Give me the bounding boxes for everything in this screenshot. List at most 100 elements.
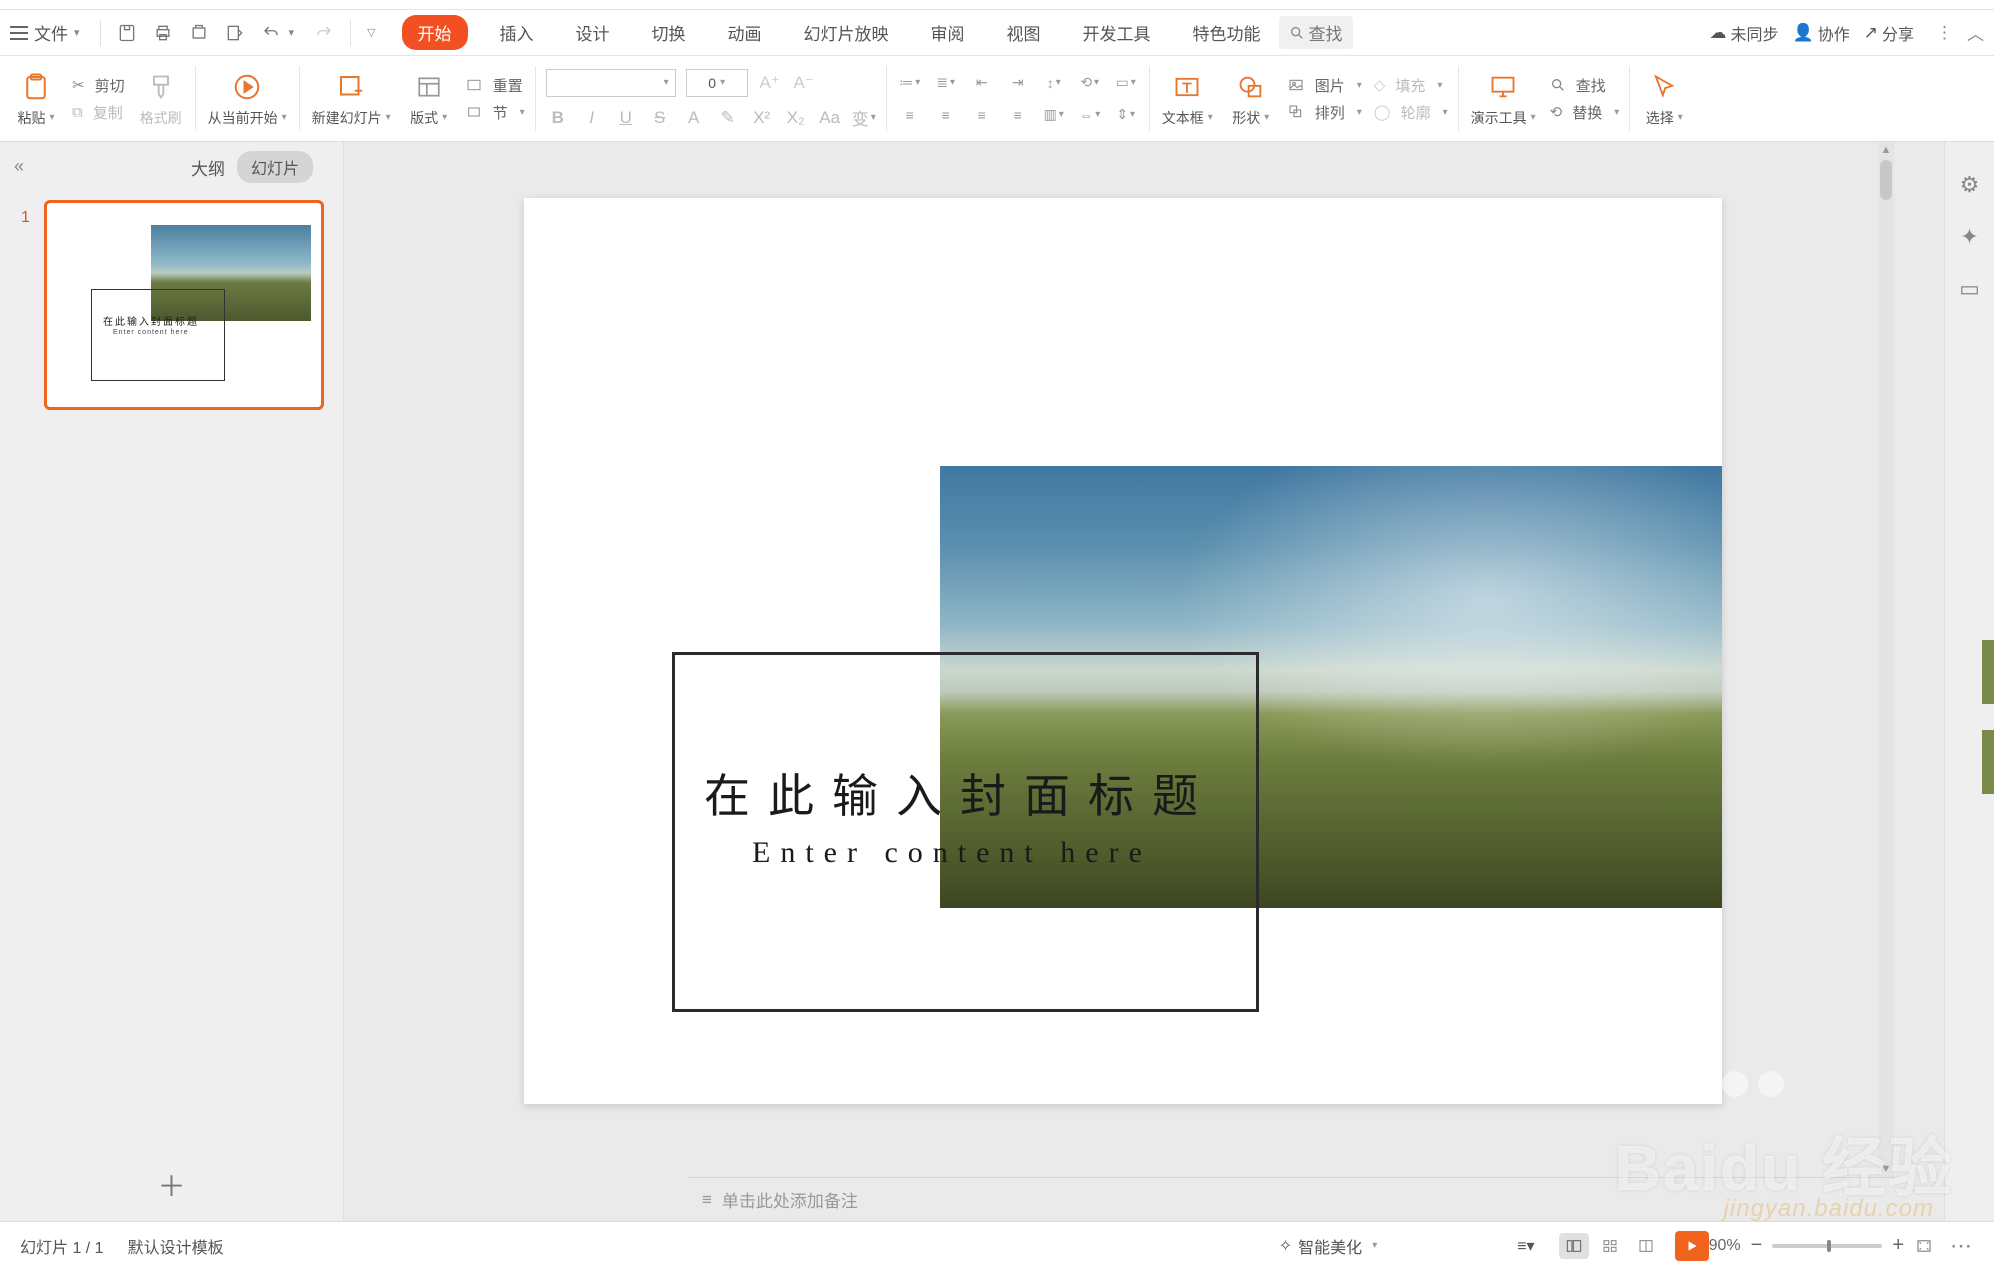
select-button[interactable]: 选择▾: [1634, 56, 1694, 141]
fit-window-icon[interactable]: [1914, 1237, 1934, 1255]
tab-design[interactable]: 设计: [566, 15, 620, 50]
more-icon[interactable]: ⋮: [1936, 23, 1953, 43]
align-left-button[interactable]: ≡: [897, 104, 923, 126]
file-menu[interactable]: 文件: [34, 20, 68, 45]
align-center-button[interactable]: ≡: [933, 104, 959, 126]
menu-icon[interactable]: [10, 26, 28, 40]
collapse-pane-icon[interactable]: «: [14, 156, 24, 177]
shrink-font-icon[interactable]: A⁻: [792, 72, 816, 94]
search-box[interactable]: 查找: [1279, 16, 1353, 49]
indent-left-button[interactable]: ⇤: [969, 72, 995, 94]
save-icon[interactable]: [116, 22, 138, 44]
replace-button[interactable]: ⟲替换▾: [1550, 102, 1620, 123]
tab-developer[interactable]: 开发工具: [1073, 15, 1161, 50]
strike-button[interactable]: S: [648, 107, 672, 129]
undo-icon[interactable]: [260, 22, 282, 44]
zoom-slider[interactable]: [1772, 1244, 1882, 1248]
arrange-button[interactable]: 排列▾: [1287, 102, 1362, 123]
share-button[interactable]: ↗分享: [1864, 21, 1914, 45]
slideshow-play-button[interactable]: [1675, 1231, 1709, 1261]
undo-dropdown[interactable]: ▾: [289, 26, 295, 39]
align-text-button[interactable]: ▭▾: [1113, 72, 1139, 94]
bold-button[interactable]: B: [546, 107, 570, 129]
scroll-thumb[interactable]: [1880, 160, 1892, 200]
section-button[interactable]: 节▾: [465, 102, 525, 123]
zoom-out-button[interactable]: −: [1751, 1234, 1763, 1257]
side-tab-2[interactable]: [1982, 730, 1994, 794]
notes-bar[interactable]: ≡ 单击此处添加备注: [688, 1177, 1894, 1221]
beautify-button[interactable]: ✧智能美化▾: [1269, 1230, 1387, 1262]
italic-button[interactable]: I: [580, 107, 604, 129]
tab-view[interactable]: 视图: [997, 15, 1051, 50]
distribute-v-button[interactable]: ⇕▾: [1113, 104, 1139, 126]
from-current-button[interactable]: 从当前开始▾: [200, 56, 295, 141]
zoom-value[interactable]: 90%: [1709, 1237, 1741, 1255]
align-right-button[interactable]: ≡: [969, 104, 995, 126]
slide[interactable]: 在此输入封面标题 Enter content here: [524, 198, 1722, 1104]
slide-subtitle[interactable]: Enter content here: [752, 836, 1152, 870]
shape-button[interactable]: 形状▾: [1221, 56, 1281, 141]
textbox-button[interactable]: 文本框▾: [1154, 56, 1221, 141]
reset-button[interactable]: 重置: [465, 75, 525, 96]
subscript-button[interactable]: X₂: [784, 107, 808, 129]
layout-button[interactable]: 版式▾: [399, 56, 459, 141]
indent-right-button[interactable]: ⇥: [1005, 72, 1031, 94]
slide-thumbnail-1[interactable]: 1 在此输入封面标题 Enter content here: [44, 200, 324, 410]
file-menu-dropdown[interactable]: ▾: [74, 26, 80, 39]
tab-start[interactable]: 开始: [402, 15, 468, 50]
font-size-combo[interactable]: 0▾: [686, 69, 748, 97]
settings-icon[interactable]: ⚙: [1960, 172, 1980, 198]
redo-icon[interactable]: [313, 22, 335, 44]
tab-slides[interactable]: 幻灯片: [237, 151, 313, 183]
numbering-button[interactable]: ≣▾: [933, 72, 959, 94]
cut-button[interactable]: ✂剪切: [72, 75, 125, 96]
tab-insert[interactable]: 插入: [490, 15, 544, 50]
fill-button[interactable]: ◇填充▾: [1374, 75, 1448, 96]
tab-special[interactable]: 特色功能: [1183, 15, 1271, 50]
copy-button[interactable]: ⧉复制: [72, 102, 125, 123]
align-justify-button[interactable]: ≡: [1005, 104, 1031, 126]
font-color-button[interactable]: A: [682, 107, 706, 129]
tab-slideshow[interactable]: 幻灯片放映: [794, 15, 899, 50]
distribute-h-button[interactable]: ⇔▾: [1077, 104, 1103, 126]
outline-frame[interactable]: [672, 652, 1259, 1012]
new-slide-button[interactable]: 新建幻灯片▾: [304, 56, 399, 141]
underline-button[interactable]: U: [614, 107, 638, 129]
normal-view-icon[interactable]: [1559, 1233, 1589, 1259]
paste-group[interactable]: 粘贴▾: [6, 56, 66, 141]
export-icon[interactable]: [224, 22, 246, 44]
highlight-button[interactable]: ✎: [716, 107, 740, 129]
print2-icon[interactable]: [188, 22, 210, 44]
columns-button[interactable]: ▥▾: [1041, 104, 1067, 126]
picture-button[interactable]: 图片▾: [1287, 75, 1362, 96]
tab-transition[interactable]: 切换: [642, 15, 696, 50]
print-icon[interactable]: [152, 22, 174, 44]
more-status-icon[interactable]: ⋯: [1950, 1233, 1974, 1259]
superscript-button[interactable]: X²: [750, 107, 774, 129]
add-slide-button[interactable]: ＋: [157, 1165, 185, 1205]
quick-access-dropdown[interactable]: ▽: [367, 26, 375, 39]
tab-animation[interactable]: 动画: [718, 15, 772, 50]
sorter-view-icon[interactable]: [1595, 1233, 1625, 1259]
slide-title[interactable]: 在此输入封面标题: [704, 760, 1216, 826]
tab-outline[interactable]: 大纲: [191, 155, 225, 180]
panel-icon[interactable]: ▭: [1959, 276, 1980, 302]
grow-font-icon[interactable]: A⁺: [758, 72, 782, 94]
slide-canvas[interactable]: 在此输入封面标题 Enter content here ≡ 单击此处添加备注 ▲…: [344, 142, 1944, 1221]
present-tools-button[interactable]: 演示工具▾: [1463, 56, 1544, 141]
reading-view-icon[interactable]: [1631, 1233, 1661, 1259]
collapse-ribbon-icon[interactable]: ︿: [1967, 20, 1984, 45]
coop-button[interactable]: 👤协作: [1793, 21, 1850, 45]
notes-toggle[interactable]: ≡▾: [1507, 1232, 1544, 1260]
font-name-combo[interactable]: ▾: [546, 69, 676, 97]
sync-button[interactable]: ☁未同步: [1710, 21, 1779, 45]
font-effects-button[interactable]: 变▾: [852, 107, 876, 129]
bullets-button[interactable]: ≔▾: [897, 72, 923, 94]
line-spacing-button[interactable]: ↕▾: [1041, 72, 1067, 94]
text-direction-button[interactable]: ⟲▾: [1077, 72, 1103, 94]
sparkle-icon[interactable]: ✦: [1960, 224, 1978, 250]
vertical-scrollbar[interactable]: ▲ ▼: [1878, 142, 1894, 1177]
outline-button[interactable]: ◯轮廓▾: [1374, 102, 1448, 123]
clear-format-button[interactable]: Aa: [818, 107, 842, 129]
format-painter[interactable]: 格式刷: [131, 56, 191, 141]
